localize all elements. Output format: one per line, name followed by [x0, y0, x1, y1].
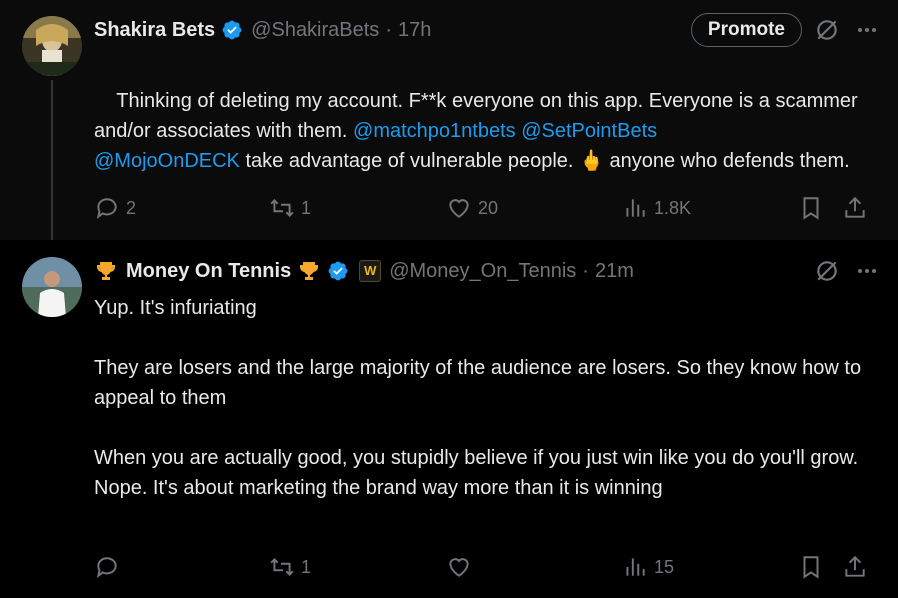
- repost-button[interactable]: 1: [269, 193, 311, 223]
- views-button[interactable]: 15: [622, 552, 674, 582]
- more-icon[interactable]: [852, 15, 882, 45]
- tweet-text-segment: anyone who defends them.: [603, 150, 850, 172]
- repost-icon: [270, 199, 294, 217]
- middle-finger-emoji: 🖕: [579, 150, 604, 172]
- views-icon: [626, 558, 645, 576]
- tweet-shakira-bets[interactable]: Shakira Bets @ShakiraBets · 17h Promote …: [0, 0, 898, 250]
- repost-count: 1: [301, 556, 312, 577]
- bookmark-icon: [803, 556, 819, 579]
- grok-icon[interactable]: [812, 256, 842, 286]
- reply-icon: [96, 557, 117, 578]
- verified-icon: [327, 260, 349, 282]
- view-count: 15: [654, 556, 675, 577]
- repost-button[interactable]: 1: [269, 552, 311, 582]
- share-icon: [845, 555, 865, 577]
- action-bar: 1 15: [94, 552, 878, 582]
- like-icon: [449, 558, 469, 577]
- avatar[interactable]: [22, 257, 82, 317]
- view-count: 1.8K: [654, 197, 692, 218]
- views-icon: [626, 199, 645, 217]
- bookmark-button[interactable]: [798, 193, 824, 223]
- separator-dot: ·: [385, 18, 392, 41]
- like-button[interactable]: [446, 552, 478, 582]
- more-icon[interactable]: [852, 256, 882, 286]
- mention-link[interactable]: @SetPointBets: [521, 120, 657, 142]
- mention-link[interactable]: @MojoOnDECK: [94, 150, 240, 172]
- grok-icon[interactable]: [812, 15, 842, 45]
- separator-dot: ·: [582, 259, 589, 282]
- tweet-text: Yup. It's infuriating They are losers an…: [94, 297, 862, 499]
- action-bar: 2 1 20 1.8K: [94, 193, 878, 223]
- repost-icon: [270, 558, 294, 576]
- like-button[interactable]: 20: [446, 193, 498, 223]
- reply-count: 2: [126, 197, 137, 218]
- reply-button[interactable]: 2: [94, 193, 136, 223]
- share-button[interactable]: [842, 193, 868, 223]
- tweet-header: Shakira Bets @ShakiraBets · 17h Promote: [94, 13, 882, 47]
- tweet-text-segment: take advantage of vulnerable people.: [239, 150, 580, 172]
- display-name[interactable]: Shakira Bets: [94, 19, 215, 42]
- reply-button[interactable]: [94, 552, 126, 582]
- display-name[interactable]: Money On Tennis: [126, 260, 291, 283]
- share-icon: [845, 196, 865, 218]
- like-count: 20: [478, 197, 499, 218]
- handle[interactable]: @Money_On_Tennis: [389, 260, 576, 283]
- verified-icon: [221, 19, 243, 41]
- timestamp[interactable]: 21m: [595, 260, 634, 283]
- trophy-icon: [297, 259, 321, 283]
- repost-count: 1: [301, 197, 312, 218]
- promote-button[interactable]: Promote: [690, 13, 802, 47]
- tweet-header: Money On Tennis W @Money_On_Tennis · 21m: [94, 256, 882, 286]
- thread-line: [51, 80, 53, 250]
- bookmark-icon: [803, 197, 819, 220]
- trophy-icon: [94, 259, 118, 283]
- share-button[interactable]: [842, 552, 868, 582]
- tweet-text: Thinking of deleting my account. F**k ev…: [94, 56, 868, 206]
- affiliate-badge[interactable]: W: [359, 260, 382, 282]
- timestamp[interactable]: 17h: [398, 19, 431, 42]
- bookmark-button[interactable]: [798, 552, 824, 582]
- tweet-money-on-tennis[interactable]: Money On Tennis W @Money_On_Tennis · 21m…: [0, 240, 898, 598]
- handle[interactable]: @ShakiraBets: [251, 19, 379, 42]
- mention-link[interactable]: @matchpo1ntbets: [353, 120, 516, 142]
- views-button[interactable]: 1.8K: [622, 193, 691, 223]
- like-icon: [449, 199, 469, 218]
- avatar[interactable]: [22, 16, 82, 76]
- reply-icon: [96, 198, 117, 219]
